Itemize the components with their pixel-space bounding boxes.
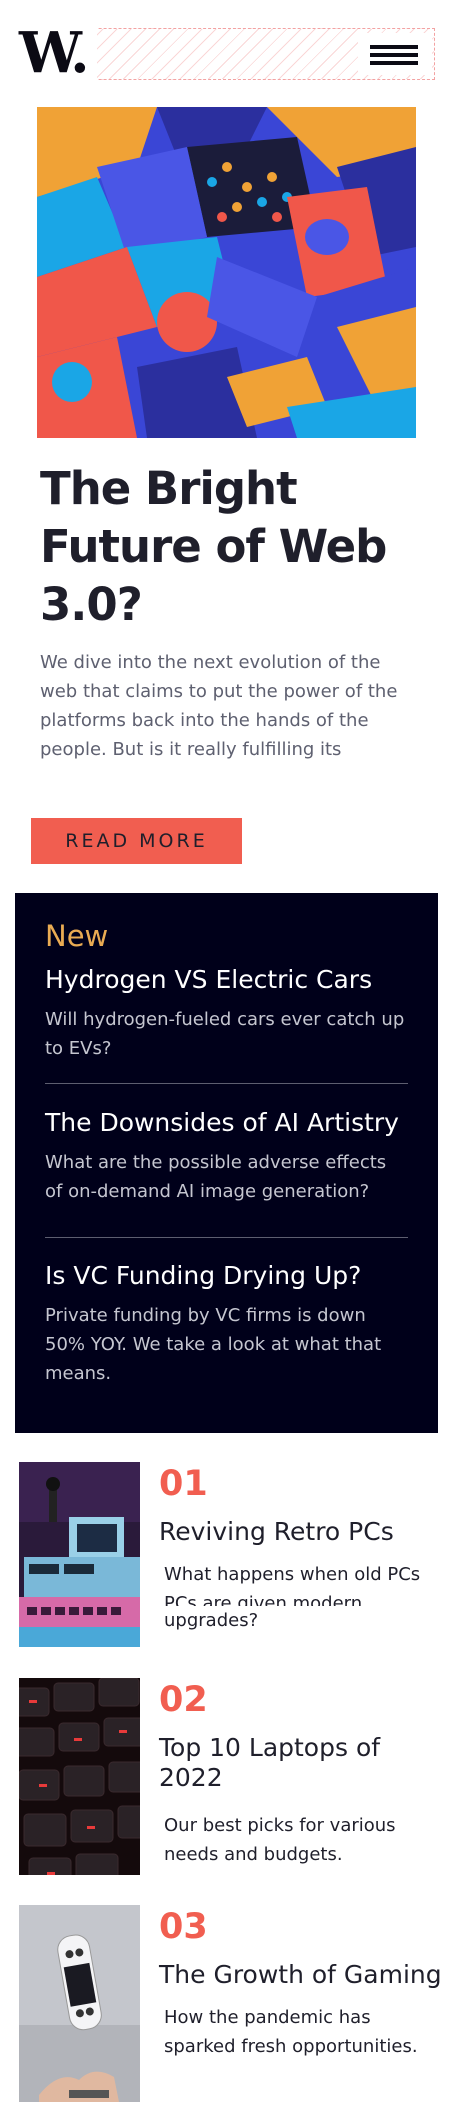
hero-title: The Bright Future of Web 3.0? [40,462,387,631]
menu-line [370,61,418,65]
article-title[interactable]: The Growth of Gaming [159,1960,449,1990]
menu-line [370,53,418,57]
news-item[interactable]: Is VC Funding Drying Up? Private funding… [45,1259,405,1388]
news-item-title[interactable]: Hydrogen VS Electric Cars [45,963,405,997]
new-heading: New [45,919,109,953]
article-description: What happens when old PCs are given mode… [164,1560,424,1635]
article-description-overflow-text: PCs are given modern [164,1593,363,1606]
article-description: How the pandemic has sparked fresh oppor… [164,2007,418,2057]
hamburger-menu-icon[interactable] [358,33,432,75]
hero-description-text: We dive into the next evolution of the w… [40,648,410,722]
article-number: 01 [159,1464,208,1504]
retro-pc-image [19,1462,140,1647]
menu-line [370,45,418,49]
laptop-keyboard-image [19,1678,140,1875]
site-logo[interactable]: W. [19,25,97,81]
hero-image [37,107,416,438]
news-item[interactable]: Hydrogen VS Electric Cars Will hydrogen-… [45,963,405,1063]
new-articles-panel: New Hydrogen VS Electric Cars Will hydro… [15,893,438,1433]
read-more-button[interactable]: READ MORE [31,818,242,864]
news-item-title[interactable]: The Downsides of AI Artistry [45,1106,405,1140]
article-description: Our best picks for various needs and bud… [164,1815,396,1865]
article-card[interactable]: 02 Top 10 Laptops of 2022 Our best picks… [19,1678,439,1875]
divider [45,1237,408,1238]
news-item-description: What are the possible adverse effects of… [45,1152,387,1202]
news-item-description: Private funding by VC firms is down 50% … [45,1305,382,1384]
article-card[interactable]: 01 Reviving Retro PCs What happens when … [19,1462,439,1647]
news-item-description: Will hydrogen-fueled cars ever catch up … [45,1009,405,1059]
game-controller-image [19,1905,140,2102]
article-card[interactable]: 03 The Growth of Gaming How the pandemic… [19,1905,442,2102]
hero-description: We dive into the next evolution of the w… [40,648,410,770]
news-item-title[interactable]: Is VC Funding Drying Up? [45,1259,405,1293]
article-title[interactable]: Reviving Retro PCs [159,1517,449,1547]
article-description-overflow: PCs are given modern [164,1589,424,1606]
news-item[interactable]: The Downsides of AI Artistry What are th… [45,1106,405,1206]
article-description-text: What happens when old PCs are given mode… [164,1560,424,1589]
article-title[interactable]: Top 10 Laptops of 2022 [159,1733,449,1793]
article-description-tail: upgrades? [164,1610,259,1631]
article-number: 02 [159,1680,208,1720]
article-number: 03 [159,1907,208,1947]
divider [45,1083,408,1084]
